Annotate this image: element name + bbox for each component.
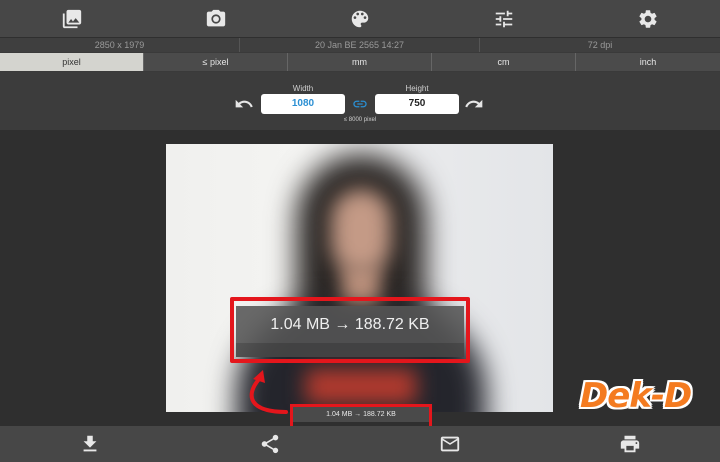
adjust-sliders-icon (495, 10, 513, 27)
redo-icon (465, 99, 483, 108)
camera-icon (206, 9, 226, 26)
adjust-button[interactable] (432, 0, 576, 37)
preview-image (166, 144, 553, 412)
tab-pixel[interactable]: pixel (0, 53, 144, 71)
print-icon (620, 435, 640, 453)
height-input[interactable]: 750 (375, 94, 459, 114)
dimension-panel: Width 1080 Height 750 ≤ 8000 pixel (0, 72, 720, 130)
palette-icon (351, 10, 369, 27)
mail-icon (440, 436, 460, 452)
settings-button[interactable] (576, 0, 720, 37)
dek-d-logo: Dek-D (580, 376, 692, 416)
photo-face (331, 189, 391, 274)
download-icon (83, 435, 97, 452)
highlight-box-large (230, 297, 470, 363)
gallery-icon (62, 9, 82, 28)
link-icon (353, 100, 367, 108)
top-toolbar (0, 0, 720, 37)
settings-gear-icon (639, 9, 657, 28)
image-resizer-app: 2850 x 1979 20 Jan BE 2565 14:27 72 dpi … (0, 0, 720, 462)
image-info-row: 2850 x 1979 20 Jan BE 2565 14:27 72 dpi (0, 37, 720, 52)
pixel-limit-note: ≤ 8000 pixel (343, 117, 377, 123)
palette-button[interactable] (288, 0, 432, 37)
print-button[interactable] (540, 426, 720, 462)
date-text: 20 Jan BE 2565 14:27 (240, 38, 480, 52)
share-button[interactable] (180, 426, 360, 462)
share-icon (261, 434, 279, 454)
height-label: Height (405, 84, 429, 93)
width-input[interactable]: 1080 (261, 94, 345, 114)
tab-mm[interactable]: mm (288, 53, 432, 71)
mail-button[interactable] (360, 426, 540, 462)
undo-button[interactable] (234, 94, 254, 114)
curved-arrow-annotation (249, 370, 288, 414)
redo-button[interactable] (464, 94, 484, 114)
bottom-toolbar (0, 426, 720, 462)
aspect-link-button[interactable] (350, 96, 370, 112)
tab-max-pixel[interactable]: ≤ pixel (144, 53, 288, 71)
camera-button[interactable] (144, 0, 288, 37)
tab-cm[interactable]: cm (432, 53, 576, 71)
gallery-button[interactable] (0, 0, 144, 37)
photo-shirt-print (306, 369, 416, 404)
tab-inch[interactable]: inch (576, 53, 720, 71)
download-button[interactable] (0, 426, 180, 462)
resolution-text: 2850 x 1979 (0, 38, 240, 52)
width-label: Width (292, 84, 314, 93)
dpi-text: 72 dpi (587, 40, 613, 50)
undo-icon (235, 99, 253, 108)
image-stage: 1.04 MB → 188.72 KB 1.04 MB → 188.72 KB … (0, 130, 720, 434)
unit-tabs: pixel ≤ pixel mm cm inch (0, 52, 720, 72)
